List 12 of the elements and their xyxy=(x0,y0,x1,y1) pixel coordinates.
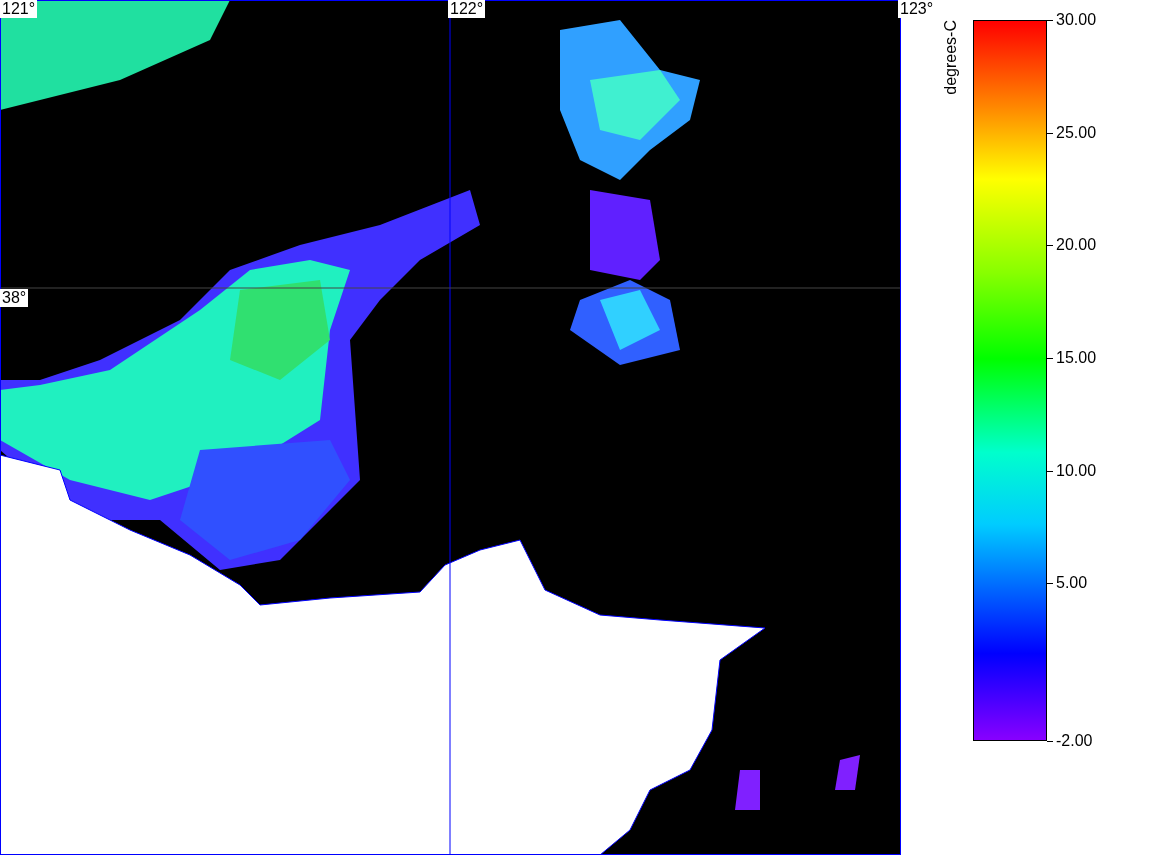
scale-tick-label: 30.00 xyxy=(1056,11,1097,29)
scale-tick-label: 15.00 xyxy=(1056,348,1097,367)
longitude-label: 122° xyxy=(448,0,486,18)
scale-tick-label: 25.00 xyxy=(1056,123,1097,142)
scale-tick-label: 10.00 xyxy=(1056,461,1097,480)
longitude-label: 121° xyxy=(0,0,38,18)
scale-tick-label: -2.00 xyxy=(1056,732,1093,750)
scale-tick-label: 5.00 xyxy=(1056,574,1088,593)
latitude-label: 38° xyxy=(0,289,29,307)
longitude-label: 123° xyxy=(898,0,936,18)
scale-unit-label: degrees-C xyxy=(942,20,960,95)
scale-tick-label: 20.00 xyxy=(1056,236,1097,255)
